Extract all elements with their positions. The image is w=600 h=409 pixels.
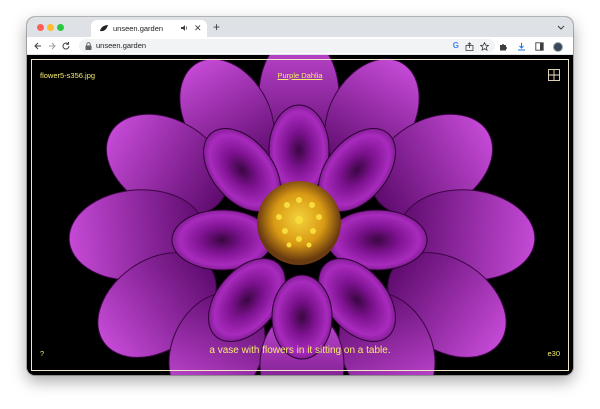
gallery-frame: [31, 59, 569, 371]
flower-title-link[interactable]: Purple Dahlia: [27, 71, 573, 80]
maximize-window-button[interactable]: [57, 24, 64, 31]
browser-toolbar: unseen.garden G: [27, 37, 573, 55]
image-code: e30: [547, 349, 560, 358]
share-icon[interactable]: [465, 41, 474, 51]
side-panel-icon[interactable]: [535, 42, 544, 51]
extensions-puzzle-icon[interactable]: [499, 42, 508, 51]
google-lens-icon[interactable]: G: [453, 41, 459, 51]
tab-strip: unseen.garden ✕ +: [27, 17, 573, 37]
close-window-button[interactable]: [37, 24, 44, 31]
speaker-icon[interactable]: [181, 24, 189, 32]
browser-window: unseen.garden ✕ + unseen.garden G flower…: [27, 17, 573, 375]
url-text[interactable]: unseen.garden: [96, 41, 146, 50]
close-tab-icon[interactable]: ✕: [194, 22, 202, 34]
grid-view-icon[interactable]: [548, 69, 560, 81]
browser-tab[interactable]: unseen.garden ✕: [91, 20, 207, 37]
new-tab-button[interactable]: +: [213, 19, 220, 35]
address-bar[interactable]: unseen.garden G: [79, 39, 495, 53]
chevron-down-icon[interactable]: [557, 23, 565, 31]
toolbar-right-icons: ⋮: [499, 41, 573, 52]
forward-arrow-icon[interactable]: [47, 41, 57, 51]
page-content: flower5-s356.jpg Purple Dahlia ? a vase …: [27, 55, 573, 375]
bookmark-star-icon[interactable]: [480, 41, 489, 51]
address-bar-actions: G: [453, 41, 489, 51]
minimize-window-button[interactable]: [47, 24, 54, 31]
back-arrow-icon[interactable]: [33, 41, 43, 51]
tab-title: unseen.garden: [113, 24, 164, 33]
image-caption: a vase with flowers in it sitting on a t…: [209, 345, 391, 356]
leaf-favicon-icon: [100, 25, 108, 32]
profile-avatar-icon[interactable]: [553, 41, 563, 52]
browser-menu-icon[interactable]: ⋮: [572, 42, 573, 52]
lock-icon[interactable]: [85, 42, 92, 50]
reload-icon[interactable]: [61, 41, 71, 51]
download-icon[interactable]: [517, 42, 526, 51]
